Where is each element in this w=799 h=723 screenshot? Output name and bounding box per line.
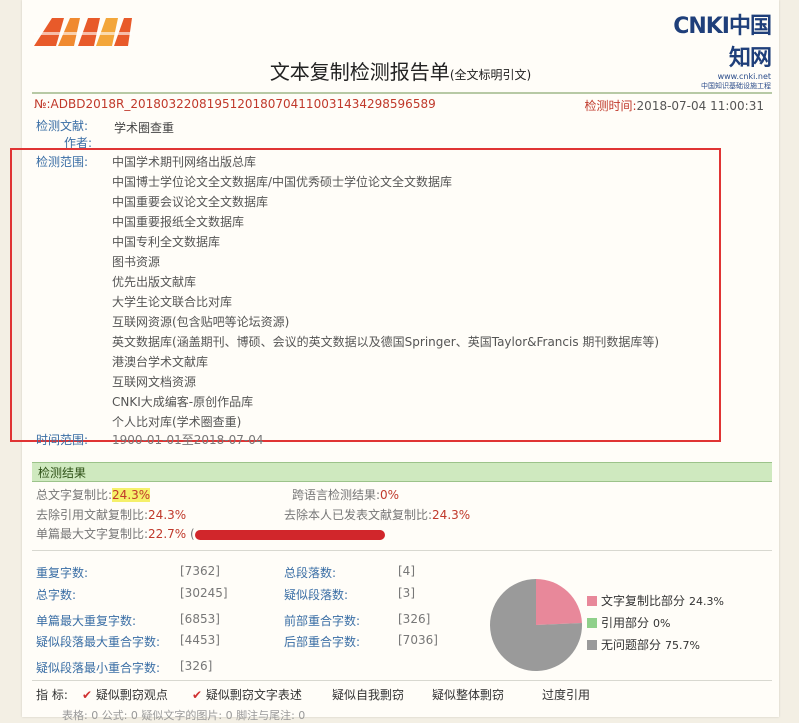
scope-item: 个人比对库(学术圈查重) bbox=[112, 415, 242, 429]
front-label: 前部重合字数: bbox=[284, 614, 361, 628]
total-copy-value: 24.3% bbox=[112, 488, 151, 502]
legend-value: 75.7% bbox=[665, 639, 700, 652]
para-max-label: 疑似段落最大重合字数: bbox=[36, 635, 161, 649]
scope-item: CNKI大成编客-原创作品库 bbox=[112, 395, 254, 409]
cross-lang-value: 0% bbox=[380, 488, 400, 502]
excl-self-label: 去除本人已发表文献复制比: bbox=[284, 508, 433, 522]
indicator-item: 疑似自我剽窃 bbox=[332, 686, 404, 703]
total-copy-label: 总文字复制比: bbox=[36, 488, 113, 502]
scope-item: 中国重要报纸全文数据库 bbox=[112, 215, 245, 229]
check-icon: ✔ bbox=[192, 688, 206, 702]
indicator-label: 疑似自我剽窃 bbox=[332, 688, 405, 702]
report-title-text: 文本复制检测报告单 bbox=[269, 60, 450, 84]
scope-item: 中国重要会议论文全文数据库 bbox=[112, 195, 269, 209]
max-single-ratio: 单篇最大文字复制比:22.7% ( bbox=[36, 525, 385, 542]
legend-label: 文字复制比部分 bbox=[601, 594, 686, 608]
back-label: 后部重合字数: bbox=[284, 635, 361, 649]
scope-item: 优先出版文献库 bbox=[112, 275, 197, 289]
excl-quote-ratio: 去除引用文献复制比:24.3% bbox=[36, 506, 186, 523]
indicators-label: 指 标: bbox=[36, 688, 68, 702]
excl-quote-value: 24.3% bbox=[148, 508, 187, 522]
report-id-row: №:ADBD2018R_2018032208195120180704110031… bbox=[34, 97, 765, 114]
legend-label: 引用部分 bbox=[601, 616, 650, 630]
indicator-item: ✔ 疑似剽窃文字表述 bbox=[192, 686, 302, 703]
scope-item: 中国专利全文数据库 bbox=[112, 235, 221, 249]
para-min-label: 疑似段落最小重合字数: bbox=[36, 661, 161, 675]
scope-item: 中国博士学位论文全文数据库/中国优秀硕士学位论文全文数据库 bbox=[112, 175, 453, 189]
dup-chars-label: 重复字数: bbox=[36, 566, 89, 580]
total-para-value: [4] bbox=[398, 564, 415, 578]
scope-item: 中国学术期刊网络出版总库 bbox=[112, 155, 257, 169]
total-chars-value: [30245] bbox=[180, 586, 228, 600]
max-single-value: 22.7% bbox=[148, 527, 187, 541]
total-copy-ratio: 总文字复制比:24.3% bbox=[36, 486, 151, 503]
scope-item: 互联网文档资源 bbox=[112, 375, 197, 389]
legend-item: 无问题部分 75.7% bbox=[587, 636, 700, 653]
total-chars-label: 总字数: bbox=[36, 588, 77, 602]
report-id: ADBD2018R_201803220819512018070411003143… bbox=[50, 97, 436, 111]
legend-swatch bbox=[587, 596, 597, 606]
pie-slice-1 bbox=[536, 579, 582, 625]
copy-ratio-pie-chart bbox=[490, 579, 582, 671]
publisher-logo bbox=[34, 14, 134, 52]
check-icon: ✔ bbox=[82, 688, 96, 702]
report-title: 文本复制检测报告单(全文标明引文) bbox=[22, 56, 779, 85]
susp-para-label: 疑似段落数: bbox=[284, 588, 349, 602]
indicator-item: ✔ 疑似剽窃观点 bbox=[82, 686, 168, 703]
results-header: 检测结果 bbox=[32, 462, 772, 482]
cross-lang-result: 跨语言检测结果:0% bbox=[292, 486, 399, 503]
report-id-label: №: bbox=[34, 97, 51, 111]
dup-chars-value: [7362] bbox=[180, 564, 220, 578]
legend-swatch bbox=[587, 618, 597, 628]
scope-item: 大学生论文联合比对库 bbox=[112, 295, 233, 309]
susp-para-value: [3] bbox=[398, 586, 415, 600]
para-min-value: [326] bbox=[180, 659, 213, 673]
indicator-label: 疑似剽窃观点 bbox=[95, 688, 168, 702]
max-dup-label: 单篇最大重复字数: bbox=[36, 614, 137, 628]
indicator-label: 疑似整体剽窃 bbox=[432, 688, 505, 702]
results-divider bbox=[32, 550, 772, 551]
legend-item: 文字复制比部分 24.3% bbox=[587, 592, 724, 609]
footer-partial: 表格: 0 公式: 0 疑似文字的图片: 0 脚注与尾注: 0 bbox=[62, 709, 306, 722]
front-value: [326] bbox=[398, 612, 431, 626]
indicator-item: 过度引用 bbox=[542, 686, 590, 703]
title-divider bbox=[32, 92, 772, 94]
total-para-label: 总段落数: bbox=[284, 566, 337, 580]
indicator-item: 疑似整体剽窃 bbox=[432, 686, 504, 703]
scope-item: 英文数据库(涵盖期刊、博硕、会议的英文数据以及德国Springer、英国Tayl… bbox=[112, 335, 660, 349]
scope-item: 港澳台学术文献库 bbox=[112, 355, 209, 369]
time-range-value: 1900-01-01至2018-07-04 bbox=[112, 433, 264, 447]
max-dup-value: [6853] bbox=[180, 612, 220, 626]
legend-label: 无问题部分 bbox=[601, 638, 662, 652]
check-time: 检测时间:2018-07-04 11:00:31 bbox=[585, 97, 765, 114]
para-max-value: [4453] bbox=[180, 633, 220, 647]
legend-value: 24.3% bbox=[689, 595, 724, 608]
redacted-source bbox=[194, 529, 385, 540]
legend-swatch bbox=[587, 640, 597, 650]
check-time-value: 2018-07-04 11:00:31 bbox=[636, 99, 764, 113]
legend-value: 0% bbox=[653, 617, 671, 630]
indicator-label: 疑似剽窃文字表述 bbox=[205, 688, 302, 702]
excl-self-value: 24.3% bbox=[432, 508, 471, 522]
cross-lang-label: 跨语言检测结果: bbox=[292, 488, 381, 502]
check-time-label: 检测时间: bbox=[584, 99, 637, 113]
indicator-label: 过度引用 bbox=[542, 688, 591, 702]
doc-label: 检测文献: bbox=[36, 119, 89, 133]
report-page: CNKI中国知网 www.cnki.net 中国知识基础设施工程 文本复制检测报… bbox=[10, 0, 779, 722]
max-single-paren: ( bbox=[190, 527, 195, 541]
scope-item: 互联网资源(包含贴吧等论坛资源) bbox=[112, 315, 290, 329]
legend-item: 引用部分 0% bbox=[587, 614, 670, 631]
excl-self-ratio: 去除本人已发表文献复制比:24.3% bbox=[284, 506, 470, 523]
doc-value: 学术圈查重 bbox=[114, 121, 175, 135]
stats-divider bbox=[32, 680, 772, 681]
scope-item: 图书资源 bbox=[112, 255, 161, 269]
excl-quote-label: 去除引用文献复制比: bbox=[36, 508, 149, 522]
max-single-label: 单篇最大文字复制比: bbox=[36, 527, 149, 541]
report-title-note: (全文标明引文) bbox=[449, 68, 532, 82]
time-range-label: 时间范围: bbox=[36, 433, 89, 447]
back-value: [7036] bbox=[398, 633, 438, 647]
